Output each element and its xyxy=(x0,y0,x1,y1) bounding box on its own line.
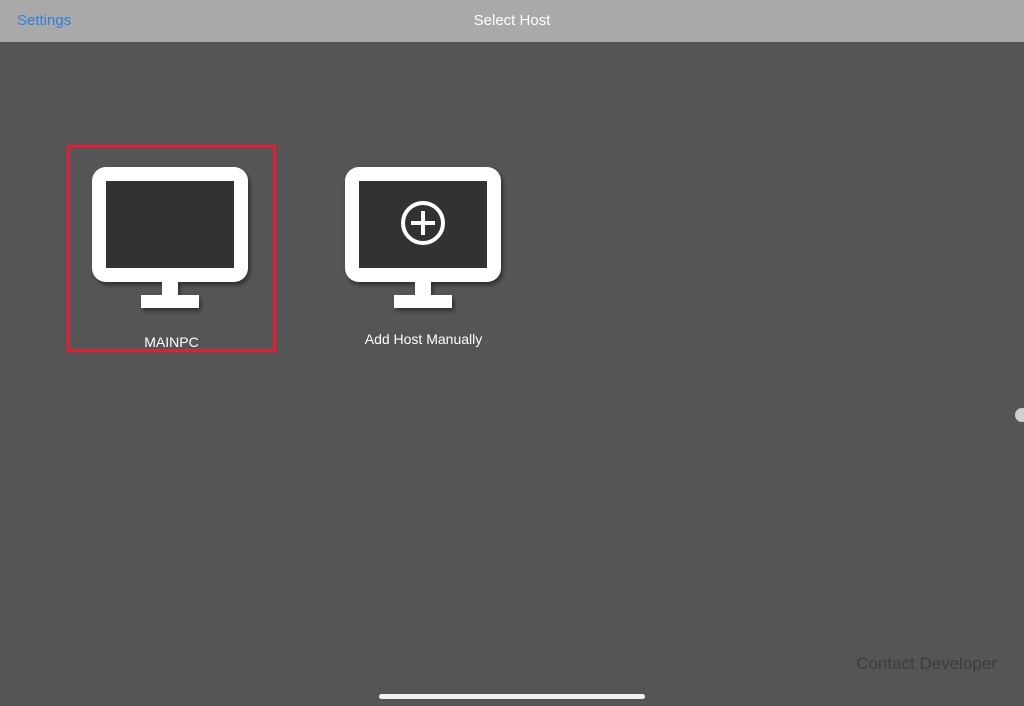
page-title: Select Host xyxy=(473,12,551,29)
add-host-tile[interactable]: Add Host Manually xyxy=(322,148,525,352)
side-handle[interactable] xyxy=(1015,408,1024,422)
home-indicator[interactable] xyxy=(379,694,645,699)
navigation-bar: Settings Select Host xyxy=(0,0,1024,42)
host-tile-mainpc[interactable]: MAINPC xyxy=(67,145,276,352)
contact-developer-button[interactable]: Contact Developer xyxy=(856,654,997,674)
host-selection-screen: Settings Select Host MAINPC Add Host Man… xyxy=(0,0,1024,706)
monitor-icon xyxy=(92,167,248,308)
add-host-label: Add Host Manually xyxy=(364,331,483,347)
host-name-label: MAINPC xyxy=(144,334,199,350)
monitor-add-icon xyxy=(345,167,501,308)
